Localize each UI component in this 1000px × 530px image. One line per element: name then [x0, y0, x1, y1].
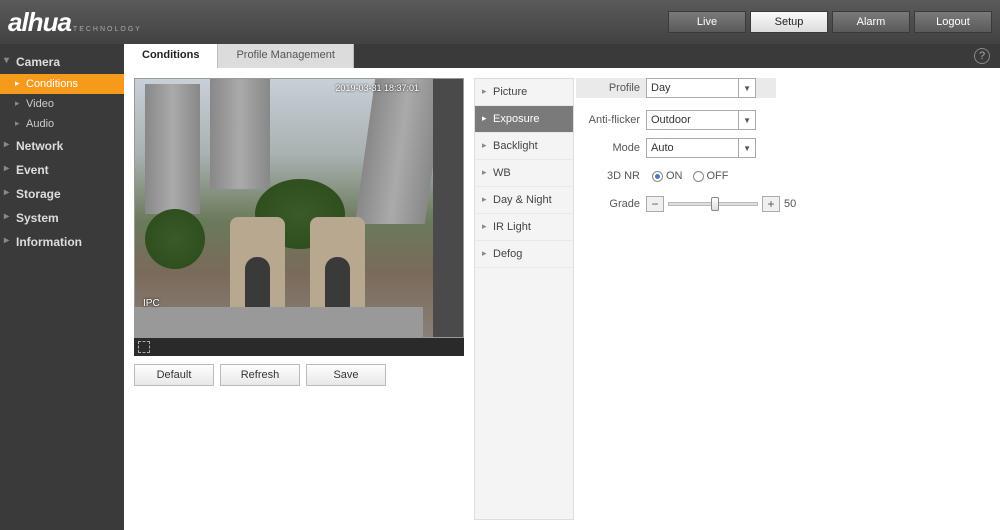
sidebar-cat-network[interactable]: Network [0, 134, 124, 158]
sidebar-cat-event[interactable]: Event [0, 158, 124, 182]
sidebar: Camera Conditions Video Audio Network Ev… [0, 44, 124, 530]
chevron-down-icon: ▼ [738, 111, 751, 129]
profile-value: Day [651, 82, 671, 94]
menu-exposure[interactable]: Exposure [475, 106, 573, 133]
anti-flicker-select[interactable]: Outdoor ▼ [646, 110, 756, 130]
menu-ir-light[interactable]: IR Light [475, 214, 573, 241]
settings-panel: Profile Day ▼ Anti-flicker Outdoor ▼ Mod… [584, 78, 990, 520]
preview-toolbar [134, 338, 464, 356]
3dnr-label: 3D NR [584, 170, 640, 182]
3dnr-on-radio[interactable] [652, 171, 663, 182]
grade-plus-button[interactable]: + [762, 196, 780, 212]
anti-flicker-value: Outdoor [651, 114, 691, 126]
grade-label: Grade [584, 198, 640, 210]
fullscreen-icon[interactable] [138, 341, 150, 353]
sidebar-item-audio[interactable]: Audio [0, 114, 124, 134]
3dnr-on-label: ON [666, 170, 683, 182]
menu-day-night[interactable]: Day & Night [475, 187, 573, 214]
sidebar-item-video[interactable]: Video [0, 94, 124, 114]
tab-conditions[interactable]: Conditions [124, 44, 218, 68]
refresh-button[interactable]: Refresh [220, 364, 300, 386]
brand-subtitle: TECHNOLOGY [73, 26, 142, 33]
chevron-down-icon: ▼ [738, 139, 751, 157]
sidebar-cat-camera[interactable]: Camera [0, 50, 124, 74]
anti-flicker-label: Anti-flicker [584, 114, 640, 126]
grade-minus-button[interactable]: − [646, 196, 664, 212]
menu-defog[interactable]: Defog [475, 241, 573, 268]
default-button[interactable]: Default [134, 364, 214, 386]
alarm-button[interactable]: Alarm [832, 11, 910, 33]
help-icon[interactable]: ? [974, 48, 990, 64]
video-preview: 2019-03-31 18:37:01 IPC [134, 78, 464, 338]
tab-bar: Conditions Profile Management ? [124, 44, 1000, 68]
header-bar: alhua TECHNOLOGY Live Setup Alarm Logout [0, 0, 1000, 44]
mode-select[interactable]: Auto ▼ [646, 138, 756, 158]
grade-slider-thumb[interactable] [711, 197, 719, 211]
menu-backlight[interactable]: Backlight [475, 133, 573, 160]
save-button[interactable]: Save [306, 364, 386, 386]
osd-timestamp: 2019-03-31 18:37:01 [335, 83, 419, 93]
mode-value: Auto [651, 142, 674, 154]
grade-value: 50 [784, 198, 796, 210]
profile-label: Profile [584, 82, 640, 94]
sidebar-item-conditions[interactable]: Conditions [0, 74, 124, 94]
3dnr-off-label: OFF [707, 170, 729, 182]
setup-button[interactable]: Setup [750, 11, 828, 33]
osd-channel: IPC [143, 298, 160, 309]
mode-label: Mode [584, 142, 640, 154]
sidebar-cat-information[interactable]: Information [0, 230, 124, 254]
menu-wb[interactable]: WB [475, 160, 573, 187]
settings-menu: Picture Exposure Backlight WB Day & Nigh… [474, 78, 574, 520]
sidebar-cat-system[interactable]: System [0, 206, 124, 230]
chevron-down-icon: ▼ [738, 79, 751, 97]
tab-profile-management[interactable]: Profile Management [218, 44, 353, 68]
menu-picture[interactable]: Picture [475, 79, 573, 106]
grade-slider[interactable] [668, 202, 758, 206]
logout-button[interactable]: Logout [914, 11, 992, 33]
live-button[interactable]: Live [668, 11, 746, 33]
sidebar-cat-storage[interactable]: Storage [0, 182, 124, 206]
3dnr-off-radio[interactable] [693, 171, 704, 182]
profile-select[interactable]: Day ▼ [646, 78, 756, 98]
brand-logo: alhua [8, 7, 71, 38]
